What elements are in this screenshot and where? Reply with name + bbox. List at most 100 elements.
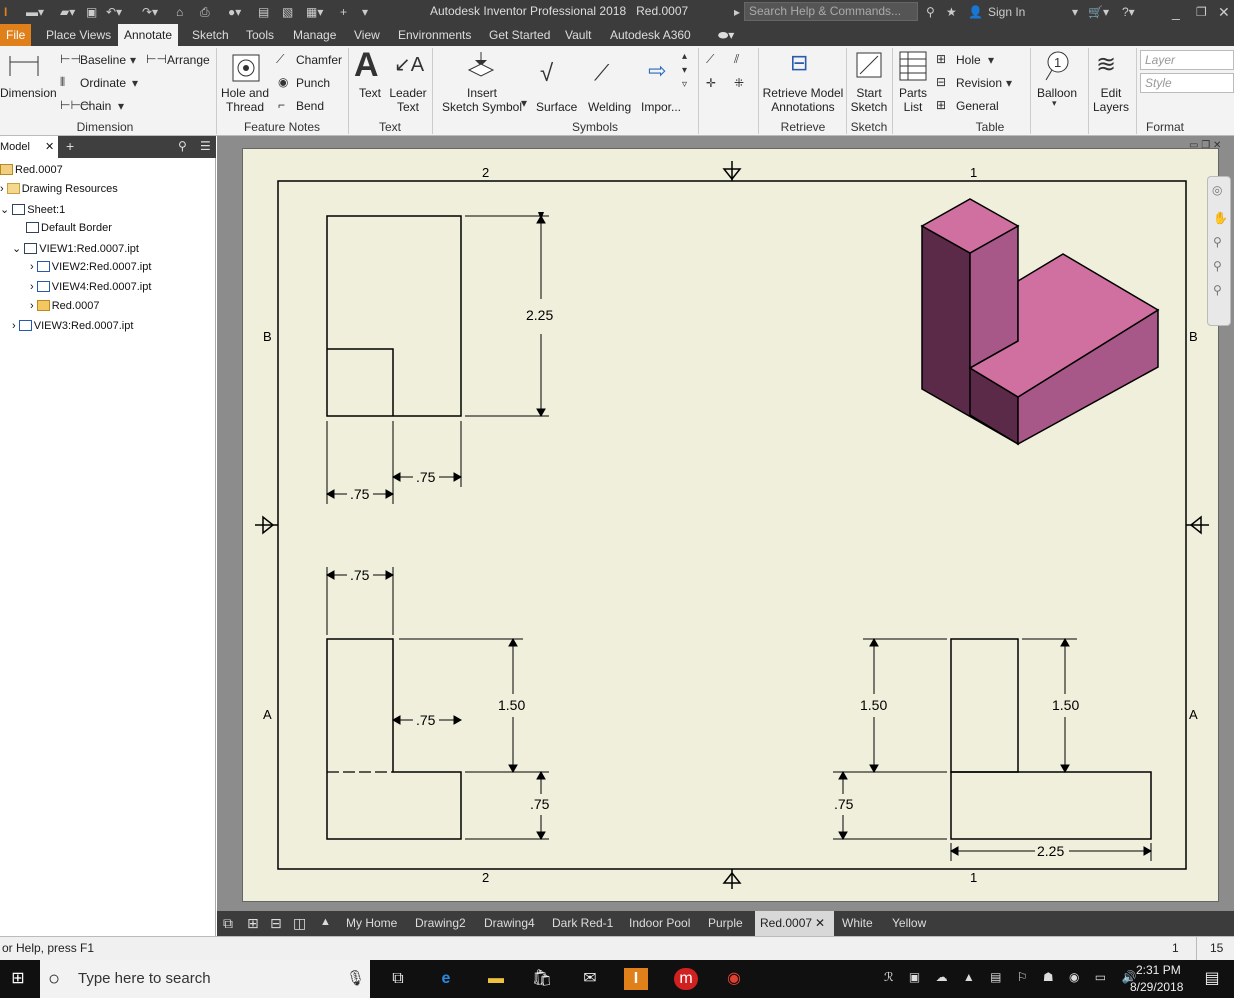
doc-tab[interactable]: White: [837, 911, 878, 936]
dimension-text[interactable]: .75: [416, 469, 436, 485]
ordinate-button[interactable]: Ordinate: [80, 76, 126, 90]
new-icon[interactable]: ▬▾: [26, 3, 44, 21]
tree-item-drawing-resources[interactable]: › Drawing Resources: [0, 183, 118, 195]
balloon-dropdown-icon[interactable]: ▾: [1052, 98, 1057, 109]
tab-autodesk-a360[interactable]: Autodesk A360: [604, 24, 697, 46]
dimension-text[interactable]: 1.50: [1052, 697, 1079, 713]
baseline-dropdown-icon[interactable]: ▾: [130, 53, 136, 67]
favorites-icon[interactable]: ★: [946, 3, 957, 21]
vertical-tile-icon[interactable]: ◫: [293, 915, 306, 932]
tree-item-sheet[interactable]: ⌄ Sheet:1: [0, 203, 65, 216]
centerline-icon[interactable]: ⟋: [706, 52, 714, 67]
appearance-icon[interactable]: ▤: [258, 3, 269, 21]
horizontal-tile-icon[interactable]: ⊟: [270, 915, 282, 932]
tab-manage[interactable]: Manage: [287, 24, 342, 46]
revision-dropdown-icon[interactable]: ▾: [1006, 76, 1012, 90]
surface-button[interactable]: Surface: [536, 100, 577, 114]
minimize-icon[interactable]: _: [1172, 3, 1180, 21]
welding-button[interactable]: Welding: [588, 100, 631, 114]
home-icon[interactable]: ⌂: [176, 3, 183, 21]
windows-start-icon[interactable]: ⊞: [6, 968, 30, 990]
hole-thread-button[interactable]: Hole and Thread: [220, 86, 270, 114]
tab-place-views[interactable]: Place Views: [40, 24, 117, 46]
print-icon[interactable]: ⎙: [200, 3, 210, 21]
doc-tab[interactable]: Purple: [703, 911, 748, 936]
edge-icon[interactable]: e: [434, 968, 458, 990]
doc-tab[interactable]: Dark Red-1: [547, 911, 618, 936]
doc-tab[interactable]: My Home: [341, 911, 402, 936]
browser-search-icon[interactable]: ⚲: [178, 139, 187, 153]
tree-item-default-border[interactable]: Default Border: [26, 222, 112, 234]
tile-icon[interactable]: ⊞: [247, 915, 259, 932]
side-view[interactable]: 1.50 1.50 .75 2.25: [833, 637, 1153, 861]
open-icon[interactable]: ▰▾: [60, 3, 75, 21]
file-explorer-icon[interactable]: ▬: [484, 968, 508, 990]
task-view-icon[interactable]: ⧉: [386, 968, 410, 990]
arrange-button[interactable]: Arrange: [167, 53, 210, 67]
sign-in-button[interactable]: Sign In: [988, 3, 1025, 21]
revision-table-button[interactable]: Revision: [956, 76, 1002, 90]
tab-annotate[interactable]: Annotate: [118, 24, 179, 46]
front-view[interactable]: .75 .75 1.50 .75: [325, 567, 550, 841]
isometric-view[interactable]: [920, 198, 1160, 446]
tab-environments[interactable]: Environments: [392, 24, 477, 46]
inventor-taskbar-icon[interactable]: I: [624, 968, 648, 990]
browser-menu-icon[interactable]: ☰: [200, 139, 211, 153]
undo-icon[interactable]: ↶▾: [106, 3, 122, 21]
leader-text-button[interactable]: Leader Text: [388, 86, 428, 114]
zoom-all-icon[interactable]: ⚲: [1213, 283, 1222, 297]
view-cube-icon[interactable]: ◎: [1212, 183, 1222, 197]
close-tab-icon[interactable]: ✕: [45, 141, 54, 153]
chain-button[interactable]: Chain: [80, 99, 111, 113]
doc-tab[interactable]: Indoor Pool: [624, 911, 695, 936]
top-view[interactable]: 2.25 .75 .75: [325, 212, 553, 504]
cascade-icon[interactable]: ⧉: [223, 915, 233, 932]
edit-layers-button[interactable]: Edit Layers: [1092, 86, 1130, 114]
doc-tab[interactable]: Yellow: [887, 911, 931, 936]
general-table-button[interactable]: General: [956, 99, 999, 113]
save-icon[interactable]: ▣: [86, 3, 97, 21]
insert-sketch-symbol-button[interactable]: Insert Sketch Symbol: [440, 86, 524, 114]
system-tray-icons[interactable]: ℛ ▣ ☁ ▲ ▤ ⚐ ☗ ◉ ▭ 🔊: [884, 970, 1142, 984]
hole-table-dropdown-icon[interactable]: ▾: [988, 53, 994, 67]
start-sketch-button[interactable]: Start Sketch: [848, 86, 890, 114]
punch-button[interactable]: Punch: [296, 76, 330, 90]
search-expand-icon[interactable]: ▸: [734, 3, 740, 21]
tab-view[interactable]: View: [348, 24, 386, 46]
hole-table-button[interactable]: Hole: [956, 53, 981, 67]
center-mark-icon[interactable]: ✛: [706, 76, 716, 90]
notifications-icon[interactable]: ▤: [1200, 968, 1224, 990]
balloon-button[interactable]: Balloon: [1034, 86, 1080, 100]
chrome-icon[interactable]: ◉: [722, 968, 746, 990]
doc-tab-active[interactable]: Red.0007 ✕: [755, 911, 835, 936]
retrieve-model-annotations-button[interactable]: Retrieve Model Annotations: [762, 86, 844, 114]
chain-dropdown-icon[interactable]: ▾: [118, 99, 124, 113]
browser-tab-model[interactable]: Model ✕: [0, 136, 58, 158]
tree-item-view1[interactable]: ⌄ VIEW1:Red.0007.ipt: [12, 242, 139, 255]
zoom-window-icon[interactable]: ⚲: [1213, 259, 1222, 273]
tab-file[interactable]: File: [0, 24, 32, 46]
import-button[interactable]: Impor...: [641, 100, 681, 114]
dimension-button[interactable]: Dimension: [0, 86, 57, 100]
drawing-sheet[interactable]: 2 1 B A B A 2 1 2.25 .75 .75 .75 .75 1.5…: [242, 148, 1219, 902]
app-taskbar-icon[interactable]: m: [674, 968, 698, 990]
taskbar-search-input[interactable]: ○ Type here to search 🎙: [40, 960, 370, 998]
clear-icon[interactable]: ▧: [282, 3, 293, 21]
tab-list-icon[interactable]: ▲: [320, 916, 331, 928]
cart-icon[interactable]: 🛒▾: [1088, 3, 1109, 21]
insert-symbol-dropdown-icon[interactable]: ▾: [521, 96, 527, 110]
dimension-text[interactable]: 2.25: [526, 307, 553, 323]
dimension-text[interactable]: .75: [416, 712, 436, 728]
update-icon[interactable]: ▦▾: [306, 3, 323, 21]
help-search-input[interactable]: Search Help & Commands...: [744, 2, 918, 21]
layer-select[interactable]: Layer: [1140, 50, 1234, 70]
close-doc-icon[interactable]: ✕: [815, 911, 825, 936]
tab-sketch[interactable]: Sketch: [186, 24, 235, 46]
ordinate-dropdown-icon[interactable]: ▾: [132, 76, 138, 90]
restore-view-icon[interactable]: ▭ ❐ ✕: [1189, 140, 1221, 151]
pan-icon[interactable]: ✋: [1213, 211, 1228, 225]
dimension-text[interactable]: .75: [350, 486, 370, 502]
baseline-button[interactable]: Baseline: [80, 53, 126, 67]
tab-get-started[interactable]: Get Started: [483, 24, 556, 46]
centerline-bisector-icon[interactable]: ⫽: [734, 52, 739, 67]
